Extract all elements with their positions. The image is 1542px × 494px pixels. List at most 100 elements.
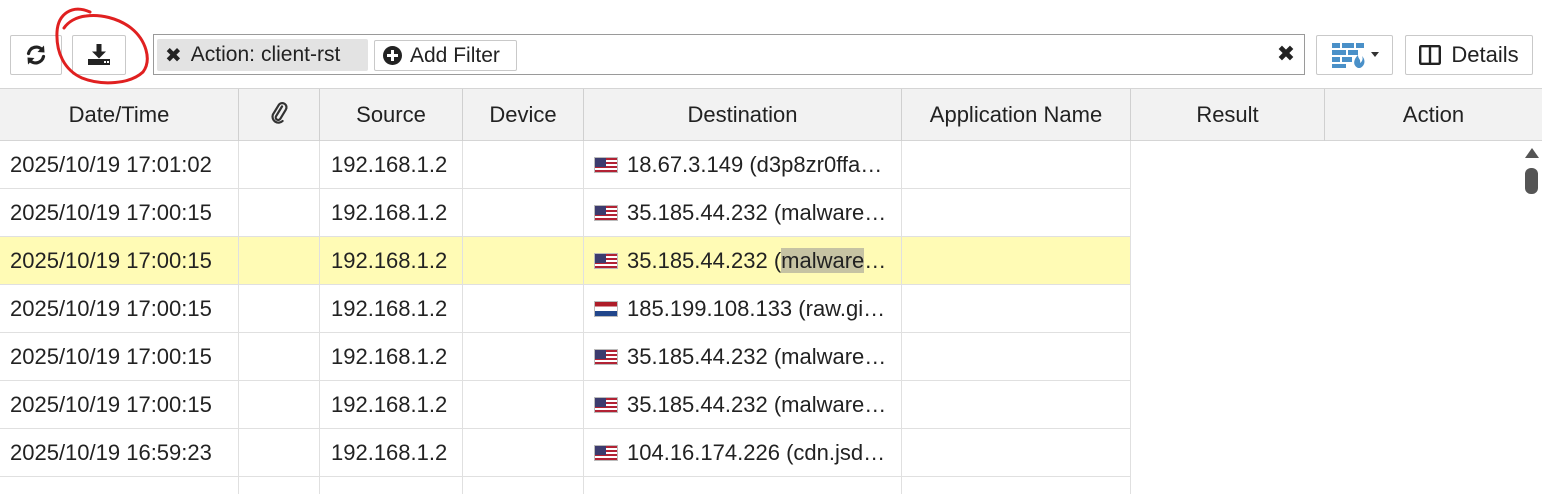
destination-ip: 35.185.44.232	[627, 247, 768, 273]
firewall-icon	[1331, 41, 1379, 69]
column-header-destination[interactable]: Destination	[584, 89, 902, 141]
cell-attachment	[239, 477, 320, 494]
us-flag-icon	[594, 252, 618, 269]
column-header-datetime[interactable]: Date/Time	[0, 89, 239, 141]
cell-destination: 35.185.44.232 (malware…	[584, 333, 902, 380]
cell-source: 192.168.1.2	[320, 381, 463, 428]
cell-application	[902, 477, 1131, 494]
destination-ip: 35.185.44.232	[627, 199, 768, 225]
cell-device	[463, 333, 584, 380]
destination-host: (malware…	[773, 391, 887, 417]
destination-host-suffix: …	[864, 247, 887, 273]
cell-application	[902, 333, 1131, 380]
cell-destination: 35.185.44.232 (malware…	[584, 189, 902, 236]
cell-datetime	[0, 477, 239, 494]
table-row-selected[interactable]: 2025/10/19 17:00:15 192.168.1.2 35.185.4…	[0, 237, 1131, 285]
details-label: Details	[1451, 42, 1519, 67]
column-header-application-name[interactable]: Application Name	[902, 89, 1131, 141]
us-flag-icon	[594, 156, 618, 173]
table-row[interactable]: 2025/10/19 16:59:23 192.168.1.2 104.16.1…	[0, 429, 1131, 477]
cell-datetime: 2025/10/19 17:00:15	[0, 333, 239, 380]
column-header-result[interactable]: Result	[1131, 89, 1325, 141]
cell-datetime: 2025/10/19 17:00:15	[0, 189, 239, 236]
table-row[interactable]: 2025/10/19 17:00:15 192.168.1.2 35.185.4…	[0, 381, 1131, 429]
nl-flag-icon	[594, 300, 618, 317]
filter-bar[interactable]: ✖ Action: client-rst Add Filter ✖	[153, 34, 1305, 75]
columns-panel-icon	[1419, 45, 1442, 65]
cell-source	[320, 477, 463, 494]
cell-destination: 35.185.44.232 (malware…	[584, 237, 902, 284]
refresh-icon	[24, 43, 48, 67]
column-header-attachment[interactable]	[239, 89, 320, 141]
table-row-partial[interactable]	[0, 477, 1131, 494]
cell-device	[463, 477, 584, 494]
column-header-device[interactable]: Device	[463, 89, 584, 141]
column-header-action[interactable]: Action	[1325, 89, 1542, 141]
cell-source: 192.168.1.2	[320, 429, 463, 476]
cell-attachment	[239, 141, 320, 188]
add-filter-button[interactable]: Add Filter	[374, 40, 517, 71]
destination-host-highlight: malware	[781, 247, 865, 273]
view-mode-dropdown[interactable]	[1316, 35, 1393, 75]
destination-ip: 185.199.108.133	[627, 295, 793, 321]
cell-destination: 185.199.108.133 (raw.gi…	[584, 285, 902, 332]
cell-application	[902, 285, 1131, 332]
cell-source: 192.168.1.2	[320, 285, 463, 332]
cell-source: 192.168.1.2	[320, 189, 463, 236]
cell-source: 192.168.1.2	[320, 237, 463, 284]
table-header: Date/Time Source Device Destination Appl…	[0, 88, 1542, 141]
cell-datetime: 2025/10/19 17:00:15	[0, 285, 239, 332]
cell-destination: 104.16.174.226 (cdn.jsd…	[584, 429, 902, 476]
cell-attachment	[239, 381, 320, 428]
cell-device	[463, 141, 584, 188]
cell-application	[902, 381, 1131, 428]
download-button[interactable]	[72, 35, 126, 75]
destination-host: (d3p8zr0ffa…	[749, 151, 883, 177]
cell-attachment	[239, 189, 320, 236]
column-header-source[interactable]: Source	[320, 89, 463, 141]
cell-source: 192.168.1.2	[320, 333, 463, 380]
destination-ip: 18.67.3.149	[627, 151, 744, 177]
cell-attachment	[239, 237, 320, 284]
destination-host: (raw.gi…	[798, 295, 886, 321]
cell-application	[902, 141, 1131, 188]
destination-host: (malware…	[773, 199, 887, 225]
us-flag-icon	[594, 204, 618, 221]
cell-device	[463, 189, 584, 236]
plus-circle-icon	[383, 46, 402, 65]
cell-datetime: 2025/10/19 17:00:15	[0, 381, 239, 428]
details-button[interactable]: Details	[1405, 35, 1533, 75]
refresh-button[interactable]	[10, 35, 62, 75]
cell-datetime: 2025/10/19 16:59:23	[0, 429, 239, 476]
cell-attachment	[239, 333, 320, 380]
remove-filter-icon[interactable]: ✖	[165, 43, 182, 68]
destination-host: (malware…	[773, 343, 887, 369]
table-row[interactable]: 2025/10/19 17:01:02 192.168.1.2 18.67.3.…	[0, 141, 1131, 189]
destination-ip: 35.185.44.232	[627, 391, 768, 417]
us-flag-icon	[594, 396, 618, 413]
table-row[interactable]: 2025/10/19 17:00:15 192.168.1.2 35.185.4…	[0, 189, 1131, 237]
vertical-scrollbar[interactable]	[1521, 141, 1542, 494]
add-filter-label: Add Filter	[410, 43, 500, 67]
scrollbar-thumb[interactable]	[1525, 168, 1538, 194]
paperclip-icon	[269, 100, 289, 130]
cell-application	[902, 237, 1131, 284]
cell-source: 192.168.1.2	[320, 141, 463, 188]
cell-device	[463, 429, 584, 476]
cell-application	[902, 189, 1131, 236]
toolbar: ✖ Action: client-rst Add Filter ✖ Detail…	[0, 0, 1542, 88]
cell-device	[463, 381, 584, 428]
cell-application	[902, 429, 1131, 476]
table-row[interactable]: 2025/10/19 17:00:15 192.168.1.2 35.185.4…	[0, 333, 1131, 381]
clear-filter-icon[interactable]: ✖	[1275, 41, 1297, 66]
destination-host: (cdn.jsd…	[786, 439, 886, 465]
cell-attachment	[239, 429, 320, 476]
cell-destination: 35.185.44.232 (malware…	[584, 381, 902, 428]
filter-chip-label: Action:	[190, 43, 255, 66]
table-row[interactable]: 2025/10/19 17:00:15 192.168.1.2 185.199.…	[0, 285, 1131, 333]
scroll-up-arrow-icon[interactable]	[1525, 148, 1539, 158]
cell-destination	[584, 477, 902, 494]
cell-attachment	[239, 285, 320, 332]
filter-chip-value: client-rst	[260, 43, 341, 66]
cell-destination: 18.67.3.149 (d3p8zr0ffa…	[584, 141, 902, 188]
